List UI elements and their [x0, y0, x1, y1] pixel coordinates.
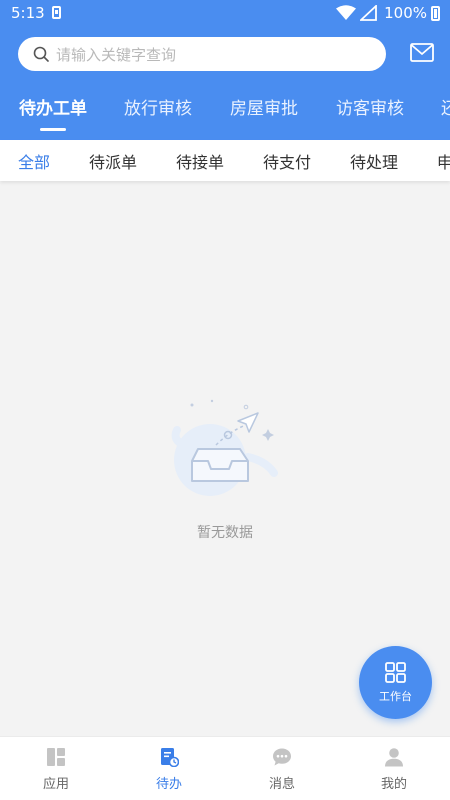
tab-housing-approval[interactable]: 房屋审批: [230, 94, 298, 119]
message-icon: [273, 748, 291, 766]
profile-icon: [385, 748, 403, 767]
nav-label-todo: 待办: [155, 777, 182, 792]
tab-visitor-review[interactable]: 访客审核: [336, 94, 404, 119]
status-bar: 5:13 100%: [0, 0, 450, 27]
empty-state-text: 暂无数据: [197, 525, 253, 541]
nav-item-messages[interactable]: 消息: [226, 737, 338, 800]
primary-tabs: 待办工单 放行审核 房屋审批 访客审核 还: [0, 84, 450, 134]
subtab-all[interactable]: 全部: [18, 149, 50, 173]
subtab-pending-processing[interactable]: 待处理: [350, 149, 398, 173]
tab-indicator: [40, 128, 66, 131]
nav-item-profile[interactable]: 我的: [338, 737, 450, 800]
app-header: 5:13 100% 请输入关键字查询 待办工单 放行审核 房屋审批 访客审核 还: [0, 0, 450, 140]
workbench-button[interactable]: 工作台: [359, 646, 432, 719]
secondary-tabs: 全部 待派单 待接单 待支付 待处理 申: [0, 140, 450, 181]
apps-icon: [47, 748, 65, 766]
nav-label-messages: 消息: [268, 777, 295, 792]
nav-label-apps: 应用: [42, 777, 69, 792]
todo-icon: [161, 748, 179, 767]
subtab-pending-accept[interactable]: 待接单: [176, 149, 224, 173]
grid-icon: [385, 662, 406, 683]
mail-icon[interactable]: [410, 43, 434, 63]
search-input[interactable]: 请输入关键字查询: [18, 37, 386, 71]
tab-partial-next[interactable]: 还: [441, 94, 450, 119]
battery-icon: [431, 5, 440, 21]
status-time: 5:13: [11, 4, 45, 22]
battery-percent: 100%: [384, 4, 427, 22]
signal-icon: [360, 5, 378, 21]
nav-label-profile: 我的: [380, 777, 407, 792]
subtab-pending-dispatch[interactable]: 待派单: [89, 149, 137, 173]
bottom-nav: 应用 待办 消息 我的: [0, 736, 450, 800]
tab-todo-orders[interactable]: 待办工单: [19, 94, 87, 119]
search-placeholder: 请输入关键字查询: [56, 46, 177, 64]
subtab-pending-payment[interactable]: 待支付: [263, 149, 311, 173]
subtab-partial-next[interactable]: 申: [437, 149, 450, 173]
wifi-icon: [336, 5, 357, 20]
tab-release-review[interactable]: 放行审核: [124, 94, 192, 119]
status-right: 100%: [336, 4, 440, 22]
empty-inbox-illustration: [171, 399, 278, 496]
nav-item-apps[interactable]: 应用: [0, 737, 112, 800]
nav-item-todo[interactable]: 待办: [113, 737, 225, 800]
sim-icon: [52, 6, 61, 19]
search-icon: [33, 46, 49, 62]
workbench-label: 工作台: [379, 690, 412, 703]
